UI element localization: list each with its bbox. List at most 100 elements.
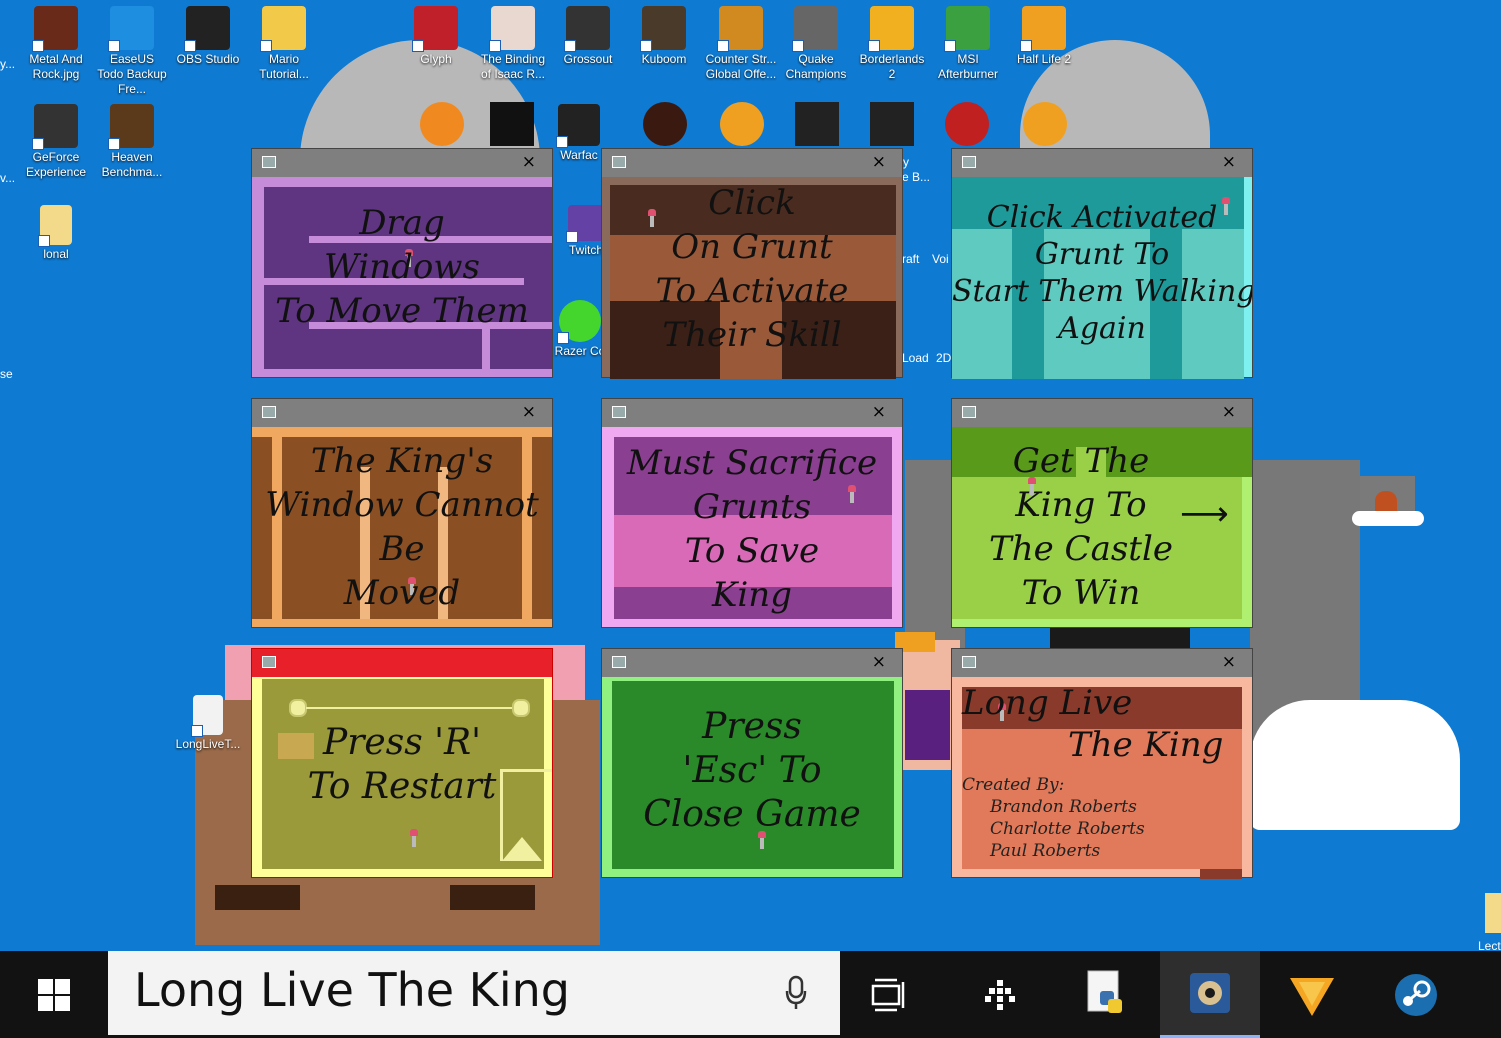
diablo-icon[interactable] (643, 102, 687, 146)
desktop-icon[interactable]: Grossout (552, 6, 624, 67)
desktop-icon-label: Grossout (563, 52, 613, 66)
window-titlebar[interactable]: × (952, 649, 1252, 677)
taskbar-app-python[interactable] (1065, 951, 1145, 1038)
desktop-icon[interactable]: MSI Afterburner (932, 6, 1004, 82)
taskbar-app-steam[interactable] (1376, 951, 1456, 1038)
close-icon[interactable]: × (872, 652, 886, 672)
game-window-kings-window[interactable]: × The King's Window Cannot Be Moved (251, 398, 553, 628)
task-view-button[interactable] (850, 951, 930, 1038)
unity-icon[interactable] (795, 102, 839, 146)
geforce-icon (32, 104, 78, 150)
desktop-icon[interactable]: Quake Champions (780, 6, 852, 82)
close-icon[interactable]: × (522, 152, 536, 172)
window-icon (262, 406, 276, 418)
window-titlebar[interactable]: × (252, 399, 552, 427)
partial-label: y (903, 155, 909, 169)
window-titlebar[interactable]: × (952, 149, 1252, 177)
desktop-icon[interactable]: Glyph (400, 6, 472, 67)
vlc-icon (1290, 977, 1334, 1016)
grossout-icon (564, 6, 610, 52)
document-icon[interactable] (1485, 893, 1501, 933)
desktop-icon[interactable]: EaseUS Todo Backup Fre... (96, 6, 168, 97)
window-titlebar[interactable]: × (252, 149, 552, 177)
desktop-icon-label: Half Life 2 (1016, 52, 1072, 66)
desktop-icon-heaven[interactable]: Heaven Benchma... (96, 104, 168, 180)
taskbar-search-box[interactable]: Long Live The King (108, 951, 840, 1035)
taskbar-app-network[interactable] (960, 951, 1040, 1038)
heaven-icon (108, 104, 154, 150)
close-icon[interactable]: × (1222, 652, 1236, 672)
window-titlebar[interactable]: × (602, 399, 902, 427)
pulley-wheel (289, 699, 307, 717)
game-window-drag[interactable]: × Drag Windows To Move Them (251, 148, 553, 378)
overlay-icon[interactable] (945, 102, 989, 146)
taskbar-app-vlc[interactable] (1272, 951, 1352, 1038)
taskbar-app-game-active[interactable] (1160, 951, 1260, 1038)
game-window-activated[interactable]: × Click Activated Grunt To Start Them Wa… (951, 148, 1253, 379)
window-titlebar[interactable]: × (602, 649, 902, 677)
desktop-icon-longlive[interactable]: LongLiveT... (172, 695, 244, 752)
window-instruction-text: The King's Window Cannot Be Moved (265, 441, 539, 613)
close-icon[interactable]: × (1222, 152, 1236, 172)
window-instruction-text: Drag Windows To Move Them (275, 203, 529, 331)
background-brown-dark-bar (215, 885, 300, 910)
afterburner-icon (944, 6, 990, 52)
desktop-icon-label: Mario Tutorial... (259, 52, 309, 81)
desktop-icon[interactable]: The Binding of Isaac R... (477, 6, 549, 82)
partial-label: Voi (932, 252, 949, 266)
game-window-click[interactable]: × Click On Grunt To Activate Their Skill (601, 148, 903, 379)
game-window-castle[interactable]: × ⟶ Get The King To The Castle To Win (951, 398, 1253, 628)
desktop-icon[interactable]: Half Life 2 (1008, 6, 1080, 67)
window-content: Drag Windows To Move Them (252, 177, 552, 379)
small-castle-goal (1352, 466, 1425, 526)
half-life-2-icon[interactable] (1023, 102, 1067, 146)
window-icon (962, 156, 976, 168)
desktop-icon[interactable]: OBS Studio (172, 6, 244, 67)
half-life-icon[interactable] (720, 102, 764, 146)
partial-label: Load (902, 351, 929, 365)
mic-icon[interactable] (784, 975, 808, 1011)
background-dark-gate (1050, 628, 1190, 650)
game-window-escape[interactable]: × Press 'Esc' To Close Game (601, 648, 903, 878)
credits-name: Charlotte Roberts (990, 819, 1145, 839)
search-input[interactable]: Long Live The King (134, 963, 570, 1017)
goose-icon[interactable] (870, 102, 914, 146)
window-titlebar[interactable]: × (952, 399, 1252, 427)
window-titlebar[interactable]: × (602, 149, 902, 177)
razer-icon (557, 300, 601, 344)
close-icon[interactable]: × (872, 402, 886, 422)
window-icon (612, 156, 626, 168)
desktop-icon-label: EaseUS Todo Backup Fre... (97, 52, 167, 96)
close-icon[interactable]: × (522, 402, 536, 422)
desktop-icon[interactable]: Mario Tutorial... (248, 6, 320, 82)
close-icon[interactable]: × (872, 152, 886, 172)
desktop-icon[interactable]: Metal And Rock.jpg (20, 6, 92, 82)
desktop-icon-lonal[interactable]: lonal (20, 205, 92, 262)
close-icon[interactable]: × (1222, 402, 1236, 422)
desktop-icon-geforce[interactable]: GeForce Experience (20, 104, 92, 180)
windows-start-icon (38, 978, 70, 1011)
grunt-sprite[interactable] (410, 829, 418, 847)
start-button[interactable] (14, 951, 94, 1038)
origin-icon[interactable] (420, 102, 464, 146)
pulley-wheel (512, 699, 530, 717)
window-content: Press 'Esc' To Close Game (602, 677, 902, 879)
desktop-icon[interactable]: Kuboom (628, 6, 700, 67)
desktop-icon[interactable]: Counter Str... Global Offe... (705, 6, 777, 82)
window-icon (612, 406, 626, 418)
csgo-icon (717, 6, 763, 52)
credits-name: Paul Roberts (990, 841, 1101, 861)
network-app-icon (985, 979, 1015, 1010)
app-icon[interactable] (490, 102, 534, 146)
window-icon (962, 656, 976, 668)
game-window-restart[interactable]: Press 'R' To Restart (251, 648, 553, 878)
game-window-sacrifice[interactable]: × Must Sacrifice Grunts To Save King (601, 398, 903, 628)
window-instruction-text: Get The King To The Castle To Win (989, 441, 1173, 613)
window-instruction-text: Must Sacrifice Grunts To Save King (626, 443, 878, 615)
desktop-icon-label: Kuboom (641, 52, 687, 66)
window-titlebar (252, 649, 552, 677)
desktop-icon[interactable]: Borderlands 2 (856, 6, 928, 82)
game-window-credits[interactable]: × Long Live The King Created By: Brandon… (951, 648, 1253, 879)
weight-triangle (502, 837, 542, 861)
window-content: The King's Window Cannot Be Moved (252, 427, 552, 629)
